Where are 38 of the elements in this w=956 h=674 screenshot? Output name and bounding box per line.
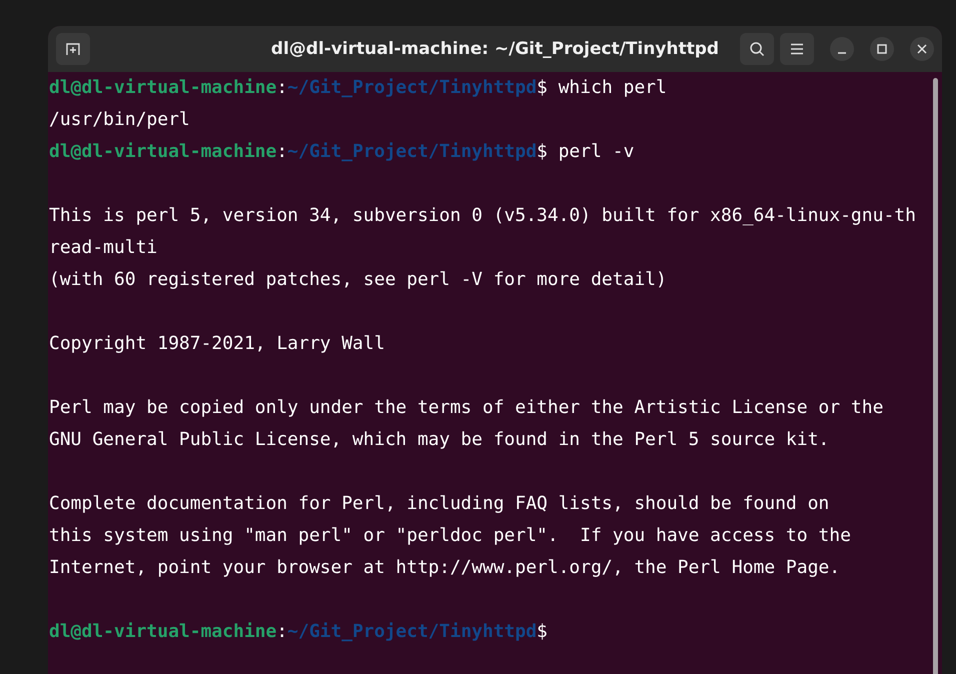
output-line: GNU General Public License, which may be found in the Perl 5 source kit.	[49, 429, 830, 450]
output-line: (with 60 registered patches, see perl -V for more detail)	[49, 269, 667, 290]
new-tab-icon	[65, 41, 81, 57]
search-button[interactable]	[740, 33, 774, 65]
minimize-button[interactable]	[830, 37, 854, 61]
minimize-icon	[837, 52, 847, 54]
maximize-icon	[877, 44, 887, 54]
window-title: dl@dl-virtual-machine: ~/Git_Project/Tinyhttpd	[271, 39, 719, 59]
scrollbar[interactable]	[933, 78, 938, 674]
prompt-user: dl@dl-virtual-machine	[49, 77, 277, 98]
prompt-path: ~/Git_Project/Tinyhttpd	[287, 141, 537, 162]
output-line: Copyright 1987-2021, Larry Wall	[49, 333, 385, 354]
output-line: this system using "man perl" or "perldoc perl". If you have access to the	[49, 525, 851, 546]
menu-icon	[790, 43, 804, 55]
prompt-symbol: $	[536, 621, 548, 642]
close-button[interactable]	[910, 37, 934, 61]
search-icon	[749, 41, 765, 57]
prompt-path: ~/Git_Project/Tinyhttpd	[287, 77, 537, 98]
command-text: which perl	[558, 77, 667, 98]
close-icon	[917, 44, 927, 54]
output-line: read-multi	[49, 237, 158, 258]
command-text: perl -v	[558, 141, 634, 162]
prompt-separator: :	[276, 77, 288, 98]
output-line: /usr/bin/perl	[49, 109, 190, 130]
prompt-symbol: $	[536, 141, 548, 162]
prompt-user: dl@dl-virtual-machine	[49, 141, 277, 162]
prompt-user: dl@dl-virtual-machine	[49, 621, 277, 642]
maximize-button[interactable]	[870, 37, 894, 61]
menu-button[interactable]	[780, 33, 814, 65]
output-line: Complete documentation for Perl, including FAQ lists, should be found on	[49, 493, 830, 514]
prompt-path: ~/Git_Project/Tinyhttpd	[287, 621, 537, 642]
output-line: Internet, point your browser at http://www.perl.org/, the Perl Home Page.	[49, 557, 840, 578]
new-tab-button[interactable]	[56, 33, 90, 65]
output-line: Perl may be copied only under the terms of either the Artistic License or the	[49, 397, 884, 418]
prompt-separator: :	[276, 621, 288, 642]
output-line: This is perl 5, version 34, subversion 0 (v5.34.0) built for x86_64-linux-gnu-th	[49, 205, 916, 226]
prompt-separator: :	[276, 141, 288, 162]
prompt-symbol: $	[536, 77, 548, 98]
